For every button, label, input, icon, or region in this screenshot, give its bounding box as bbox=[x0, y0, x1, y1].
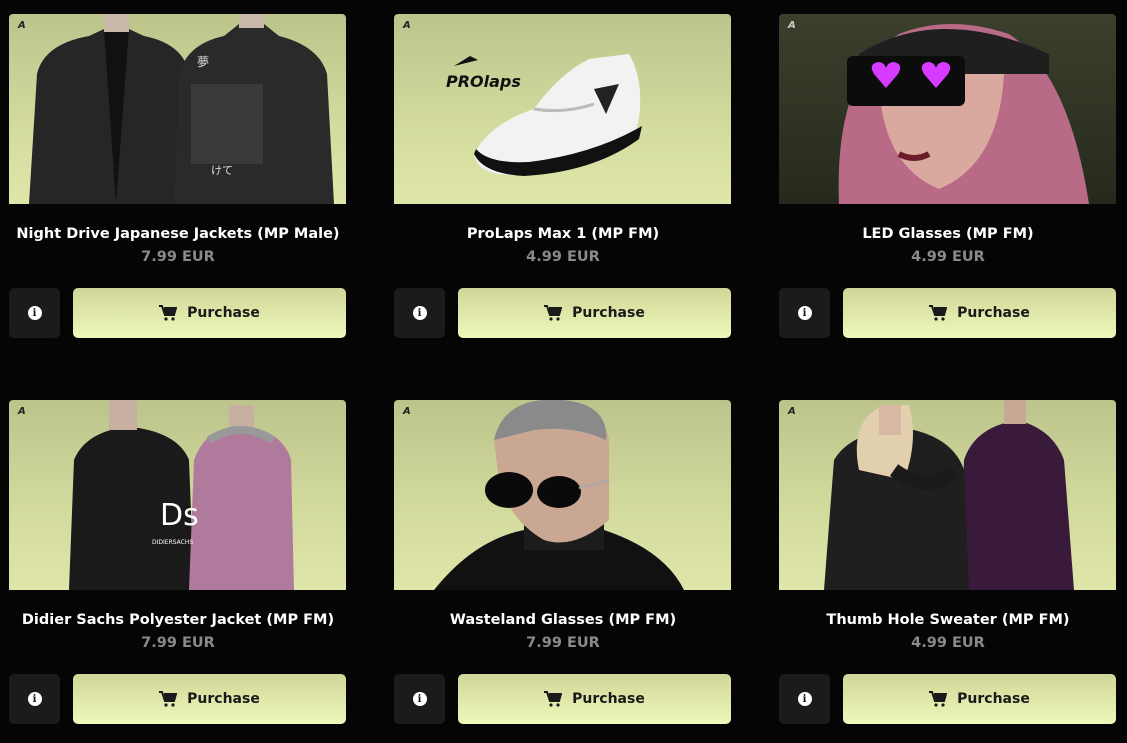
cart-icon bbox=[159, 691, 178, 707]
product-price: 7.99 EUR bbox=[141, 635, 215, 651]
prolaps-logo: PROlaps bbox=[446, 72, 521, 91]
product-actions: i Purchase bbox=[779, 288, 1117, 338]
product-image[interactable]: A bbox=[779, 14, 1116, 204]
purchase-button[interactable]: Purchase bbox=[73, 288, 346, 338]
product-price: 4.99 EUR bbox=[911, 249, 985, 265]
product-actions: i Purchase bbox=[9, 288, 347, 338]
info-icon: i bbox=[412, 306, 427, 320]
led-glasses-illustration bbox=[838, 24, 1089, 204]
cart-icon bbox=[159, 305, 178, 321]
product-title: LED Glasses (MP FM) bbox=[862, 226, 1034, 242]
purchase-label: Purchase bbox=[572, 691, 645, 707]
info-icon: i bbox=[797, 306, 812, 320]
product-price: 4.99 EUR bbox=[526, 249, 600, 265]
info-icon: i bbox=[27, 306, 42, 320]
cart-icon bbox=[929, 691, 948, 707]
purchase-button[interactable]: Purchase bbox=[843, 288, 1116, 338]
didier-sachs-logo: Ds bbox=[160, 498, 199, 533]
product-card: A LED Glasses (MP FM) 4.99 EUR i Purchas… bbox=[779, 14, 1117, 338]
product-card: A PROlaps ProLaps Max 1 (MP FM) 4.99 EUR… bbox=[394, 14, 732, 338]
wasteland-glasses-illustration bbox=[434, 400, 684, 590]
product-title: Wasteland Glasses (MP FM) bbox=[449, 612, 677, 628]
puffer-jacket-illustration bbox=[69, 400, 294, 590]
info-button[interactable]: i bbox=[394, 674, 445, 724]
product-price: 7.99 EUR bbox=[526, 635, 600, 651]
info-button[interactable]: i bbox=[9, 674, 60, 724]
cart-icon bbox=[929, 305, 948, 321]
jacket-illustration: 夢 けて bbox=[29, 14, 334, 204]
purchase-label: Purchase bbox=[187, 691, 260, 707]
product-image[interactable]: A bbox=[394, 400, 731, 590]
product-image[interactable]: A 夢 けて bbox=[9, 14, 346, 204]
product-grid: A 夢 けて Night Drive Japanese Jackets (MP … bbox=[0, 0, 1127, 743]
purchase-button[interactable]: Purchase bbox=[458, 288, 731, 338]
info-button[interactable]: i bbox=[779, 674, 830, 724]
purchase-button[interactable]: Purchase bbox=[73, 674, 346, 724]
purchase-label: Purchase bbox=[187, 305, 260, 321]
purchase-button[interactable]: Purchase bbox=[458, 674, 731, 724]
info-icon: i bbox=[412, 692, 427, 706]
sneaker-illustration bbox=[454, 54, 642, 176]
info-icon: i bbox=[797, 692, 812, 706]
product-actions: i Purchase bbox=[9, 674, 347, 724]
didier-sachs-logo-text: DIDIERSACHS bbox=[152, 539, 194, 546]
product-image[interactable]: A bbox=[779, 400, 1116, 590]
product-card: A Ds DIDIERSACHS Didier Sachs Polyester … bbox=[9, 400, 347, 724]
product-image[interactable]: A Ds DIDIERSACHS bbox=[9, 400, 346, 590]
product-actions: i Purchase bbox=[394, 288, 732, 338]
product-image[interactable]: A PROlaps bbox=[394, 14, 731, 204]
info-button[interactable]: i bbox=[779, 288, 830, 338]
product-actions: i Purchase bbox=[779, 674, 1117, 724]
product-title: ProLaps Max 1 (MP FM) bbox=[466, 226, 660, 242]
product-title: Thumb Hole Sweater (MP FM) bbox=[826, 612, 1070, 628]
product-title: Night Drive Japanese Jackets (MP Male) bbox=[16, 226, 340, 242]
purchase-label: Purchase bbox=[957, 305, 1030, 321]
info-button[interactable]: i bbox=[9, 288, 60, 338]
cart-icon bbox=[544, 305, 563, 321]
svg-text:けて: けて bbox=[211, 164, 233, 177]
info-button[interactable]: i bbox=[394, 288, 445, 338]
product-price: 4.99 EUR bbox=[911, 635, 985, 651]
product-title: Didier Sachs Polyester Jacket (MP FM) bbox=[21, 612, 335, 628]
purchase-label: Purchase bbox=[572, 305, 645, 321]
product-actions: i Purchase bbox=[394, 674, 732, 724]
cart-icon bbox=[544, 691, 563, 707]
purchase-button[interactable]: Purchase bbox=[843, 674, 1116, 724]
product-card: A Thumb Hole Sweater (MP FM) 4.99 EUR i … bbox=[779, 400, 1117, 724]
product-price: 7.99 EUR bbox=[141, 249, 215, 265]
purchase-label: Purchase bbox=[957, 691, 1030, 707]
svg-text:夢: 夢 bbox=[197, 55, 209, 69]
sweater-illustration bbox=[824, 400, 1074, 590]
product-card: A 夢 けて Night Drive Japanese Jackets (MP … bbox=[9, 14, 347, 338]
product-card: A Wasteland Glasses (MP FM) 7.99 EUR i P… bbox=[394, 400, 732, 724]
info-icon: i bbox=[27, 692, 42, 706]
